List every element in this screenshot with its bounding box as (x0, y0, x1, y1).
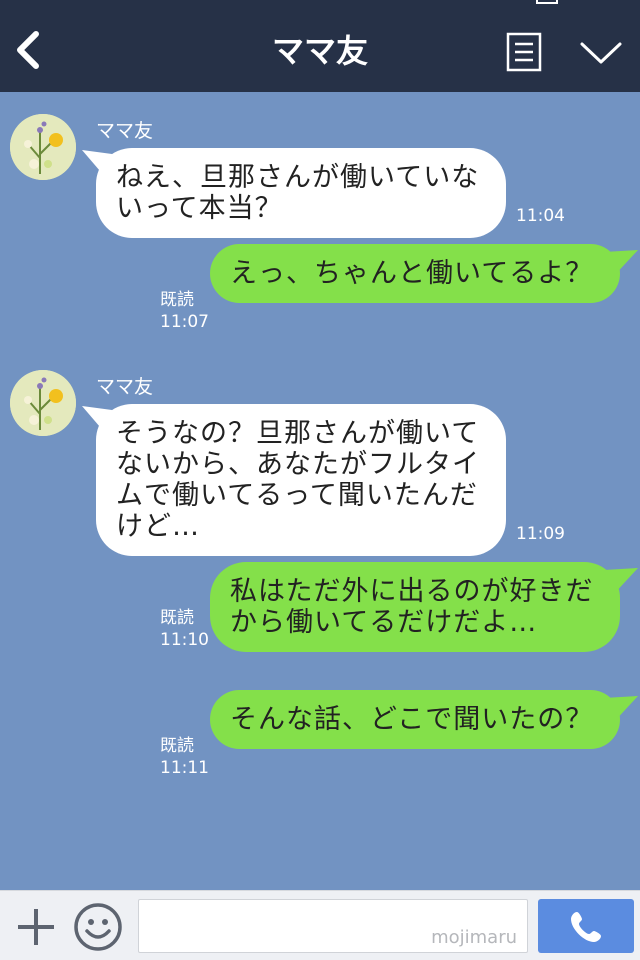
message-time: 11:07 (160, 312, 209, 332)
read-receipt: 既読 (160, 608, 194, 628)
message-time: 11:10 (160, 630, 209, 650)
avatar[interactable] (10, 370, 76, 436)
bubble-tail (604, 250, 638, 278)
message-bubble-incoming[interactable]: そうなの？旦那さんが働いてないから、あなたがフルタイムで働いてるって聞いたんだけ… (96, 404, 506, 556)
message-text: そんな話、どこで聞いたの？ (230, 704, 594, 735)
sender-name: ママ友 (96, 120, 154, 142)
message-time: 11:04 (516, 206, 565, 226)
message-bubble-outgoing[interactable]: 私はただ外に出るのが好きだから働いてるだけだよ… (210, 562, 620, 652)
chat-title: ママ友 (271, 32, 368, 70)
chevron-down-icon[interactable] (578, 38, 624, 68)
smiley-icon[interactable] (72, 901, 124, 953)
bubble-tail (604, 568, 638, 596)
status-indicator (536, 0, 558, 4)
sender-name: ママ友 (96, 376, 154, 398)
phone-icon (571, 912, 601, 942)
message-time: 11:11 (160, 758, 209, 778)
message-text: そうなの？旦那さんが働いてないから、あなたがフルタイムで働いてるって聞いたんだけ… (116, 418, 480, 542)
message-bubble-outgoing[interactable]: そんな話、どこで聞いたの？ (210, 690, 620, 749)
message-text: 私はただ外に出るのが好きだから働いてるだけだよ… (230, 576, 594, 638)
message-text: えっ、ちゃんと働いてるよ？ (230, 258, 594, 289)
watermark: mojimaru (431, 927, 517, 948)
header-bar: ママ友 (0, 0, 640, 92)
read-receipt: 既読 (160, 290, 194, 310)
call-button[interactable] (538, 899, 634, 953)
bubble-tail (604, 696, 638, 724)
message-bubble-outgoing[interactable]: えっ、ちゃんと働いてるよ？ (210, 244, 620, 303)
message-bubble-incoming[interactable]: ねえ、旦那さんが働いていないって本当？ (96, 148, 506, 238)
menu-list-icon[interactable] (506, 32, 542, 72)
message-time: 11:09 (516, 524, 565, 544)
read-receipt: 既読 (160, 736, 194, 756)
avatar[interactable] (10, 114, 76, 180)
message-input[interactable]: mojimaru (138, 899, 528, 953)
plus-icon[interactable] (14, 905, 58, 949)
message-text: ねえ、旦那さんが働いていないって本当？ (116, 162, 480, 224)
input-bar: mojimaru (0, 890, 640, 960)
